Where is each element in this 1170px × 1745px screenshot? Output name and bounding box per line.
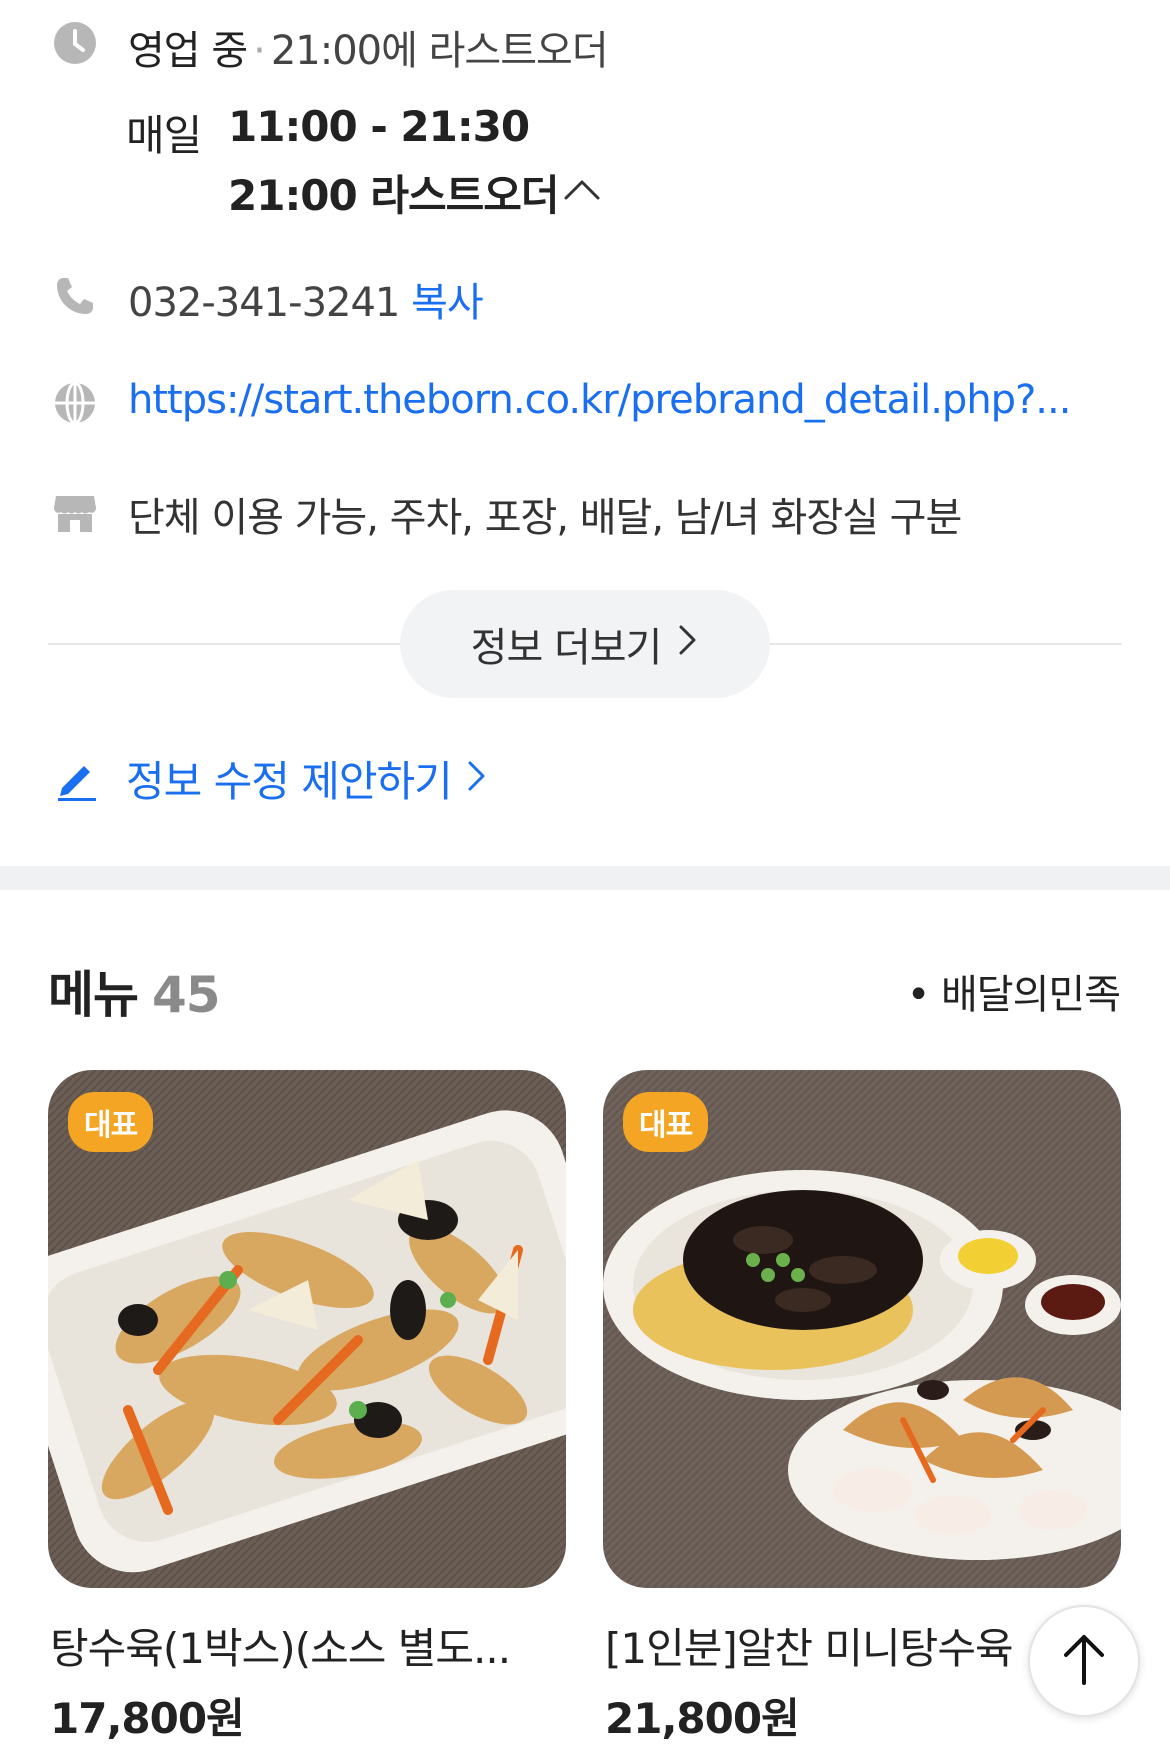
more-info-label: 정보 더보기: [470, 625, 663, 671]
suggest-edit-label: 정보 수정 제안하기: [126, 757, 453, 806]
divider-right: [770, 643, 1122, 645]
globe-icon: [52, 380, 98, 426]
section-divider: [0, 866, 1170, 890]
menu-title: 메뉴: [48, 966, 139, 1024]
separator-dot: ·: [253, 28, 266, 74]
phone-icon: [52, 273, 98, 319]
signature-badge: 대표: [68, 1092, 154, 1152]
menu-item-price: 17,800원: [50, 1694, 245, 1743]
status-text: 영업 중: [128, 28, 248, 74]
open-status[interactable]: 영업 중 · 21:00에 라스트오더: [128, 18, 609, 76]
amenities-text: 단체 이용 가능, 주차, 포장, 배달, 남/녀 화장실 구분: [128, 495, 962, 541]
phone-number-line: 032-341-3241 복사: [128, 270, 484, 328]
last-order-detail: 21:00 라스트오더: [228, 171, 560, 220]
menu-image[interactable]: 대표: [48, 1070, 566, 1588]
store-icon: [52, 490, 98, 536]
chevron-right-icon: [466, 754, 488, 803]
source-bullet: •: [906, 972, 931, 1018]
suggest-edit-link[interactable]: 정보 수정 제안하기: [54, 748, 488, 809]
menu-card[interactable]: 대표 탕수육(1박스)(소스 별도... 17,800원: [48, 1070, 566, 1743]
opening-hours: 11:00 - 21:30: [228, 102, 530, 151]
phone-number[interactable]: 032-341-3241: [128, 280, 400, 326]
divider-left: [48, 643, 400, 645]
last-order-summary: 21:00에 라스트오더: [270, 28, 609, 74]
more-info-button[interactable]: 정보 더보기: [400, 590, 770, 698]
source-name: 배달의민족: [941, 972, 1121, 1018]
arrow-up-icon: [1060, 1631, 1108, 1691]
chevron-right-icon: [677, 621, 699, 667]
menu-count: 45: [152, 966, 221, 1024]
days-label: 매일: [126, 111, 202, 160]
menu-item-price: 21,800원: [605, 1694, 800, 1743]
pencil-icon: [54, 756, 100, 802]
copy-button[interactable]: 복사: [411, 280, 484, 326]
menu-card[interactable]: 대표 [1인분]알찬 미니탕수육 21,800원: [603, 1070, 1121, 1743]
menu-image[interactable]: 대표: [603, 1070, 1121, 1588]
chevron-up-icon[interactable]: [562, 174, 602, 204]
clock-icon: [52, 20, 98, 66]
menu-item-name: 탕수육(1박스)(소스 별도...: [50, 1624, 511, 1673]
website-link[interactable]: https://start.theborn.co.kr/prebrand_det…: [128, 377, 1071, 423]
signature-badge: 대표: [623, 1092, 709, 1152]
menu-source[interactable]: • 배달의민족: [906, 962, 1121, 1020]
scroll-to-top-button[interactable]: [1028, 1605, 1140, 1717]
menu-header: 메뉴 45: [48, 955, 221, 1027]
